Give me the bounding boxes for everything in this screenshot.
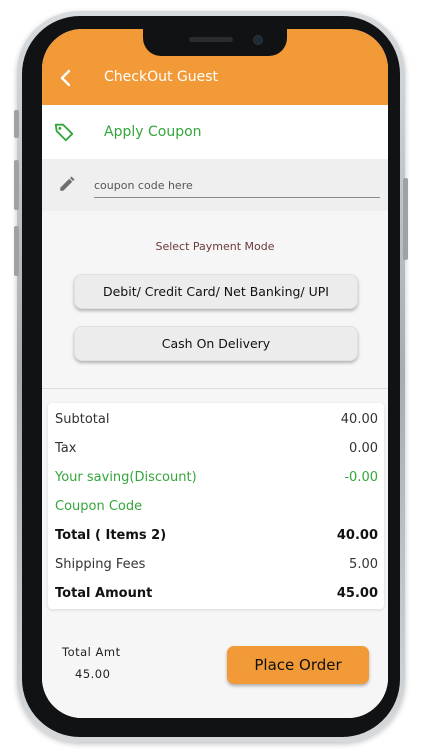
summary-label: Total ( Items 2) <box>55 528 167 543</box>
summary-label: Subtotal <box>55 412 110 427</box>
summary-row-coupon-code: Coupon Code <box>55 499 378 519</box>
checkout-footer: Total Amt 45.00 Place Order <box>42 623 388 718</box>
notch <box>143 29 287 56</box>
pencil-icon <box>60 176 75 191</box>
payment-mode-label: Select Payment Mode <box>155 240 275 253</box>
apply-coupon-label[interactable]: Apply Coupon <box>104 124 202 140</box>
coupon-code-input[interactable] <box>94 173 380 198</box>
volume-up-button <box>14 160 19 210</box>
power-button <box>403 178 408 260</box>
summary-row-subtotal: Subtotal 40.00 <box>55 412 378 432</box>
app-screen: CheckOut Guest Apply Coupon Select Payme… <box>42 29 388 718</box>
total-amt-value: 45.00 <box>75 667 111 681</box>
summary-row-total-items: Total ( Items 2) 40.00 <box>55 528 378 548</box>
card-netbanking-upi-button[interactable]: Debit/ Credit Card/ Net Banking/ UPI <box>74 274 358 309</box>
summary-label: Coupon Code <box>55 499 143 514</box>
apply-coupon-row[interactable]: Apply Coupon <box>42 105 388 159</box>
chevron-left-icon[interactable] <box>58 69 74 87</box>
summary-value: 40.00 <box>340 412 378 427</box>
summary-value: 45.00 <box>336 586 378 601</box>
summary-label: Shipping Fees <box>55 557 146 572</box>
tag-icon <box>54 123 74 142</box>
summary-value: 5.00 <box>349 557 378 572</box>
summary-row-shipping: Shipping Fees 5.00 <box>55 557 378 577</box>
summary-label: Your saving(Discount) <box>55 470 197 485</box>
summary-value: 0.00 <box>349 441 378 456</box>
divider <box>42 388 388 389</box>
place-order-button[interactable]: Place Order <box>227 646 369 684</box>
camera-icon <box>253 35 263 45</box>
mute-switch <box>14 110 19 138</box>
summary-value: -0.00 <box>344 470 378 485</box>
summary-label: Tax <box>55 441 77 456</box>
summary-label: Total Amount <box>55 586 153 601</box>
summary-row-tax: Tax 0.00 <box>55 441 378 461</box>
order-summary-card: Subtotal 40.00 Tax 0.00 Your saving(Disc… <box>48 403 384 609</box>
page-title: CheckOut Guest <box>104 69 219 85</box>
volume-down-button <box>14 226 19 276</box>
summary-row-discount: Your saving(Discount) -0.00 <box>55 470 378 490</box>
summary-row-total-amount: Total Amount 45.00 <box>55 586 378 606</box>
coupon-code-row <box>42 159 388 211</box>
total-amt-label: Total Amt <box>62 645 121 659</box>
cash-on-delivery-button[interactable]: Cash On Delivery <box>74 326 358 361</box>
summary-value: 40.00 <box>336 528 378 543</box>
speaker-grille <box>189 37 233 42</box>
